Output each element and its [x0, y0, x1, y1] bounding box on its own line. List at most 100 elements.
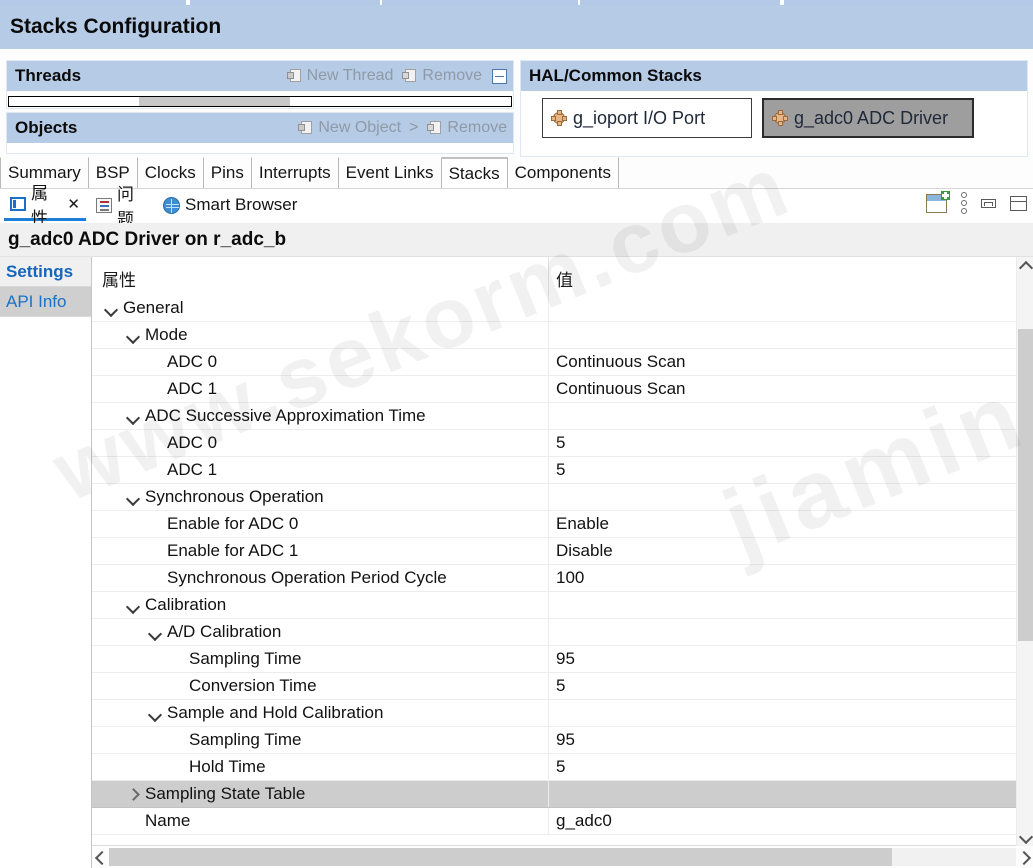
- table-row[interactable]: ADC 0 Continuous Scan: [92, 349, 1033, 376]
- horizontal-scrollbar[interactable]: [92, 846, 1033, 868]
- row-property-label: Enable for ADC 1: [167, 541, 299, 560]
- vertical-scrollbar-thumb[interactable]: [1018, 329, 1033, 641]
- tab-components[interactable]: Components: [507, 157, 619, 188]
- tab-stacks[interactable]: Stacks: [441, 157, 508, 188]
- threads-horizontal-scrollbar[interactable]: [8, 95, 512, 107]
- row-value-cell[interactable]: 95: [549, 727, 1033, 753]
- row-value-cell[interactable]: Disable: [549, 538, 1033, 564]
- table-row[interactable]: Sampling Time 95: [92, 727, 1033, 754]
- table-row[interactable]: Name g_adc0: [92, 808, 1033, 835]
- scroll-right-icon[interactable]: [1016, 846, 1033, 868]
- view-menu-icon[interactable]: [961, 192, 967, 214]
- view-tab-smart-browser[interactable]: Smart Browser: [157, 189, 312, 221]
- row-property-label: ADC 1: [167, 460, 218, 479]
- row-value-cell[interactable]: 100: [549, 565, 1033, 591]
- row-property-cell: Enable for ADC 1: [92, 538, 548, 564]
- new-thread-button[interactable]: New Thread: [286, 67, 393, 85]
- stack-box-ioport[interactable]: g_ioport I/O Port: [542, 98, 752, 138]
- new-thread-icon: [286, 69, 303, 83]
- table-row[interactable]: Enable for ADC 0 Enable: [92, 511, 1033, 538]
- objects-panel-title: Objects: [15, 118, 78, 137]
- scroll-left-icon[interactable]: [92, 846, 109, 868]
- row-value-cell[interactable]: g_adc0: [549, 808, 1033, 834]
- row-value-cell[interactable]: [549, 484, 1033, 510]
- table-row[interactable]: ADC 0 5: [92, 430, 1033, 457]
- row-value-cell[interactable]: 5: [549, 673, 1033, 699]
- chevron-down-icon[interactable]: [124, 488, 142, 506]
- row-value-cell[interactable]: Continuous Scan: [549, 376, 1033, 402]
- row-value-cell[interactable]: [549, 619, 1033, 645]
- minimize-icon[interactable]: [981, 198, 996, 208]
- chevron-down-icon[interactable]: [146, 704, 164, 722]
- new-view-icon[interactable]: [926, 190, 950, 213]
- sidebar-item-settings[interactable]: Settings: [0, 257, 91, 287]
- sidebar-item-api-info[interactable]: API Info: [0, 287, 91, 317]
- row-value-cell[interactable]: 5: [549, 457, 1033, 483]
- table-row[interactable]: ADC 1 5: [92, 457, 1033, 484]
- scroll-down-icon[interactable]: [1017, 829, 1033, 846]
- tab-pins-label: Pins: [210, 163, 244, 182]
- row-value-cell[interactable]: 5: [549, 754, 1033, 780]
- row-value-cell[interactable]: 95: [549, 646, 1033, 672]
- close-icon[interactable]: ✕: [67, 195, 80, 213]
- row-value-cell[interactable]: [549, 403, 1033, 429]
- row-value-cell[interactable]: [549, 781, 1033, 807]
- table-row[interactable]: Sampling State Table: [92, 781, 1033, 808]
- chevron-down-icon[interactable]: [124, 326, 142, 344]
- table-row[interactable]: Calibration: [92, 592, 1033, 619]
- table-row[interactable]: Sampling Time 95: [92, 646, 1033, 673]
- row-property-cell: A/D Calibration: [92, 619, 548, 645]
- table-row[interactable]: Sample and Hold Calibration: [92, 700, 1033, 727]
- row-property-label: ADC Successive Approximation Time: [145, 406, 426, 425]
- remove-thread-label: Remove: [422, 67, 482, 84]
- properties-table: 属性 值 General Mode ADC 0 Continuous Scan ADC …: [92, 257, 1033, 868]
- threads-scrollbar-thumb[interactable]: [139, 97, 291, 106]
- table-row[interactable]: Mode: [92, 322, 1033, 349]
- row-value-cell[interactable]: [549, 700, 1033, 726]
- row-value-cell[interactable]: [549, 592, 1033, 618]
- chevron-down-icon[interactable]: [102, 299, 120, 317]
- maximize-icon[interactable]: [1010, 195, 1027, 211]
- row-value-cell[interactable]: 5: [549, 430, 1033, 456]
- table-row[interactable]: General: [92, 295, 1033, 322]
- twisty-placeholder: [168, 650, 186, 668]
- scroll-up-icon[interactable]: [1017, 257, 1033, 274]
- table-row[interactable]: Conversion Time 5: [92, 673, 1033, 700]
- properties-icon: [10, 196, 26, 211]
- row-value-cell[interactable]: [549, 295, 1033, 321]
- objects-panel-header: Objects New Object > Remove: [7, 113, 513, 143]
- table-row[interactable]: ADC 1 Continuous Scan: [92, 376, 1033, 403]
- vertical-scrollbar[interactable]: [1016, 257, 1033, 846]
- chevron-down-icon[interactable]: [124, 407, 142, 425]
- table-row[interactable]: ADC Successive Approximation Time: [92, 403, 1033, 430]
- row-value-cell[interactable]: Continuous Scan: [549, 349, 1033, 375]
- collapse-icon[interactable]: [492, 68, 507, 84]
- remove-thread-button[interactable]: Remove: [402, 67, 482, 85]
- row-value-cell[interactable]: Enable: [549, 511, 1033, 537]
- chevron-down-icon[interactable]: [124, 596, 142, 614]
- page-title: g_adc0 ADC Driver on r_adc_b: [0, 223, 1033, 257]
- tab-event-links[interactable]: Event Links: [338, 157, 442, 188]
- view-tab-bar: 属性 ✕ 问题 Smart Browser: [0, 184, 1033, 229]
- table-row[interactable]: Synchronous Operation Period Cycle 100: [92, 565, 1033, 592]
- horizontal-scrollbar-thumb[interactable]: [109, 848, 892, 866]
- tab-stacks-label: Stacks: [448, 163, 500, 183]
- table-row[interactable]: Hold Time 5: [92, 754, 1033, 781]
- row-value-cell[interactable]: [549, 322, 1033, 348]
- tab-clocks[interactable]: Clocks: [137, 157, 204, 188]
- view-tab-smart-browser-label: Smart Browser: [185, 195, 298, 214]
- tab-event-links-label: Event Links: [345, 163, 434, 182]
- view-tab-problems[interactable]: 问题: [90, 185, 152, 229]
- remove-object-button[interactable]: Remove: [427, 119, 507, 137]
- table-row[interactable]: A/D Calibration: [92, 619, 1033, 646]
- tab-pins[interactable]: Pins: [203, 157, 252, 188]
- stack-box-adc0[interactable]: g_adc0 ADC Driver: [762, 98, 974, 138]
- tab-interrupts[interactable]: Interrupts: [251, 157, 339, 188]
- chevron-down-icon[interactable]: [146, 623, 164, 641]
- remove-object-label: Remove: [447, 119, 507, 136]
- table-row[interactable]: Enable for ADC 1 Disable: [92, 538, 1033, 565]
- table-row[interactable]: Synchronous Operation: [92, 484, 1033, 511]
- new-object-button[interactable]: New Object >: [298, 119, 418, 137]
- chevron-right-icon[interactable]: [124, 785, 142, 803]
- view-tab-properties[interactable]: 属性 ✕: [4, 184, 86, 228]
